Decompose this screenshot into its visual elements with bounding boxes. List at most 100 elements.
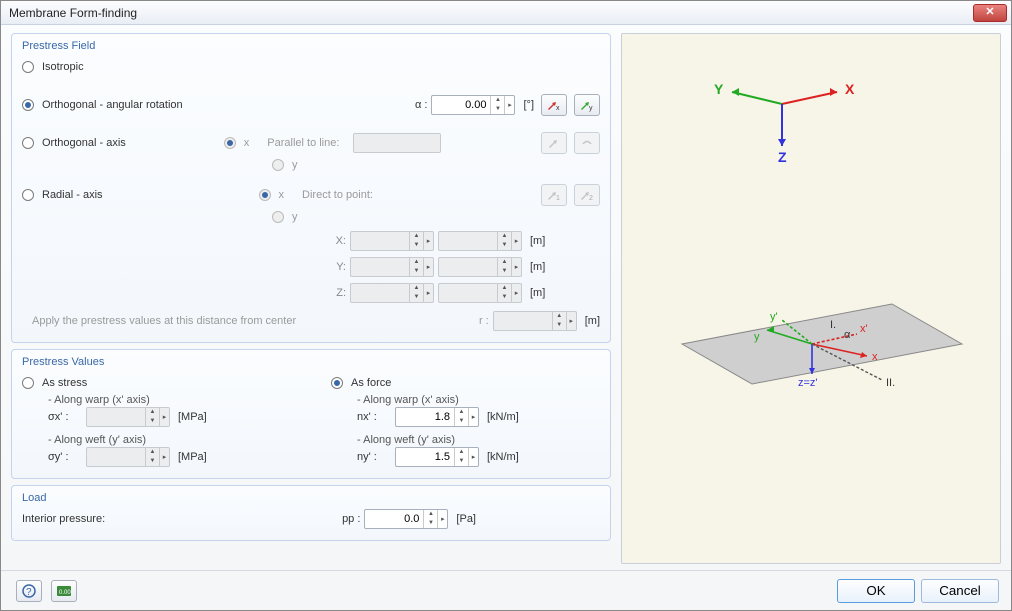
force-weft-label: - Along weft (y' axis)	[357, 434, 600, 446]
alpha-spinner[interactable]: ▲▼ ▸	[431, 95, 515, 115]
svg-text:z=z': z=z'	[798, 377, 818, 389]
as-force-label: As force	[351, 377, 391, 389]
apply-note-row: Apply the prestress values at this dista…	[22, 310, 600, 332]
ortho-axis-radio[interactable]	[22, 137, 34, 149]
pp-unit: [Pa]	[456, 513, 476, 525]
radial-y-radio	[272, 211, 284, 223]
svg-text:x: x	[556, 105, 560, 112]
interior-pressure-label: Interior pressure:	[22, 513, 105, 525]
pick-point1-button: 1	[541, 184, 567, 206]
ortho-angular-label: Orthogonal - angular rotation	[42, 99, 183, 111]
prestress-values-title: Prestress Values	[22, 356, 600, 368]
as-force-radio[interactable]	[331, 377, 343, 389]
radial-y-label: y	[292, 211, 298, 223]
as-stress-row[interactable]: As stress	[22, 372, 291, 394]
n-y-input[interactable]	[396, 448, 454, 466]
radial-x-radio	[259, 189, 271, 201]
ortho-angular-row[interactable]: Orthogonal - angular rotation α : ▲▼ ▸ […	[22, 94, 600, 116]
n-x-spinner[interactable]: ▲▼▸	[395, 407, 479, 427]
svg-text:Z: Z	[778, 149, 787, 165]
close-button[interactable]: ✕	[973, 4, 1007, 22]
coord-x1: ▲▼▸	[350, 231, 434, 251]
coord-y-label: Y:	[322, 261, 346, 273]
svg-text:y: y	[589, 105, 593, 112]
n-y-unit: [kN/m]	[487, 451, 519, 463]
spin-down[interactable]: ▼	[491, 105, 504, 114]
ortho-axis-row[interactable]: Orthogonal - axis x Parallel to line:	[22, 132, 600, 154]
pick-line-button	[541, 132, 567, 154]
coord-x-label: X:	[322, 235, 346, 247]
svg-text:y: y	[754, 331, 760, 343]
r-spinner: ▲▼▸	[493, 311, 577, 331]
dialog-window: Membrane Form-finding ✕ Prestress Field …	[0, 0, 1012, 611]
window-title: Membrane Form-finding	[9, 6, 973, 20]
ortho-axis-y-label: y	[292, 159, 298, 171]
load-group: Load Interior pressure: pp : ▲▼▸ [Pa]	[11, 485, 611, 541]
as-stress-radio[interactable]	[22, 377, 34, 389]
coord-x-unit: [m]	[530, 235, 545, 247]
n-x-input[interactable]	[396, 408, 454, 426]
radial-x-label: x	[279, 189, 285, 201]
cancel-button[interactable]: Cancel	[921, 579, 999, 603]
svg-text:Y: Y	[714, 81, 724, 97]
pick-x-axis-button[interactable]: x	[541, 94, 567, 116]
r-label: r :	[479, 315, 489, 327]
titlebar: Membrane Form-finding ✕	[1, 1, 1011, 25]
svg-text:0.00: 0.00	[59, 590, 71, 596]
dialog-body: Prestress Field Isotropic Orthogonal - a…	[1, 25, 1011, 570]
svg-text:II.: II.	[886, 377, 895, 389]
ortho-angular-radio[interactable]	[22, 99, 34, 111]
alpha-input[interactable]	[432, 96, 490, 114]
svg-text:x: x	[872, 351, 878, 363]
isotropic-row[interactable]: Isotropic	[22, 56, 600, 78]
ortho-axis-label: Orthogonal - axis	[42, 137, 126, 149]
ortho-axis-y-row: y	[272, 154, 600, 176]
alpha-unit: [°]	[523, 99, 534, 111]
parallel-label: Parallel to line:	[267, 137, 339, 149]
stress-weft-label: - Along weft (y' axis)	[48, 434, 291, 446]
n-y-spinner[interactable]: ▲▼▸	[395, 447, 479, 467]
pp-input[interactable]	[365, 510, 423, 528]
ortho-axis-y-radio	[272, 159, 284, 171]
n-y-label: ny' :	[357, 451, 391, 463]
r-unit: [m]	[585, 315, 600, 327]
spin-side[interactable]: ▸	[504, 96, 514, 114]
coord-z2: ▲▼▸	[438, 283, 522, 303]
pick-line-clear-button	[574, 132, 600, 154]
stress-warp-label: - Along warp (x' axis)	[48, 394, 291, 406]
help-button[interactable]: ?	[16, 580, 42, 602]
sigma-y-spinner: ▲▼▸	[86, 447, 170, 467]
sigma-x-label: σx' :	[48, 411, 82, 423]
pick-point2-button: 2	[574, 184, 600, 206]
prestress-values-group: Prestress Values As stress - Along warp …	[11, 349, 611, 479]
coord-x2: ▲▼▸	[438, 231, 522, 251]
radial-axis-row[interactable]: Radial - axis x Direct to point: 1 2	[22, 184, 600, 206]
svg-text:2: 2	[589, 195, 593, 202]
spin-up[interactable]: ▲	[491, 96, 504, 105]
radial-axis-radio[interactable]	[22, 189, 34, 201]
left-panel: Prestress Field Isotropic Orthogonal - a…	[11, 33, 611, 564]
svg-text:1: 1	[556, 195, 560, 202]
sigma-y-label: σy' :	[48, 451, 82, 463]
sigma-y-unit: [MPa]	[178, 451, 207, 463]
svg-text:I.: I.	[830, 319, 836, 331]
pp-spinner[interactable]: ▲▼▸	[364, 509, 448, 529]
units-button[interactable]: 0.00	[51, 580, 77, 602]
sigma-x-unit: [MPa]	[178, 411, 207, 423]
svg-text:?: ?	[26, 587, 32, 598]
as-stress-col: As stress - Along warp (x' axis) σx' : ▲…	[22, 372, 291, 468]
n-x-label: nx' :	[357, 411, 391, 423]
coord-y-unit: [m]	[530, 261, 545, 273]
ok-button[interactable]: OK	[837, 579, 915, 603]
svg-text:y': y'	[770, 311, 778, 323]
coord-y1: ▲▼▸	[350, 257, 434, 277]
isotropic-radio[interactable]	[22, 61, 34, 73]
preview-svg: X Y Z x x'	[622, 34, 1000, 554]
coord-z-unit: [m]	[530, 287, 545, 299]
n-x-unit: [kN/m]	[487, 411, 519, 423]
isotropic-label: Isotropic	[42, 61, 84, 73]
alpha-label: α :	[415, 99, 427, 111]
pick-y-axis-button[interactable]: y	[574, 94, 600, 116]
prestress-field-group: Prestress Field Isotropic Orthogonal - a…	[11, 33, 611, 343]
as-force-row[interactable]: As force	[331, 372, 600, 394]
